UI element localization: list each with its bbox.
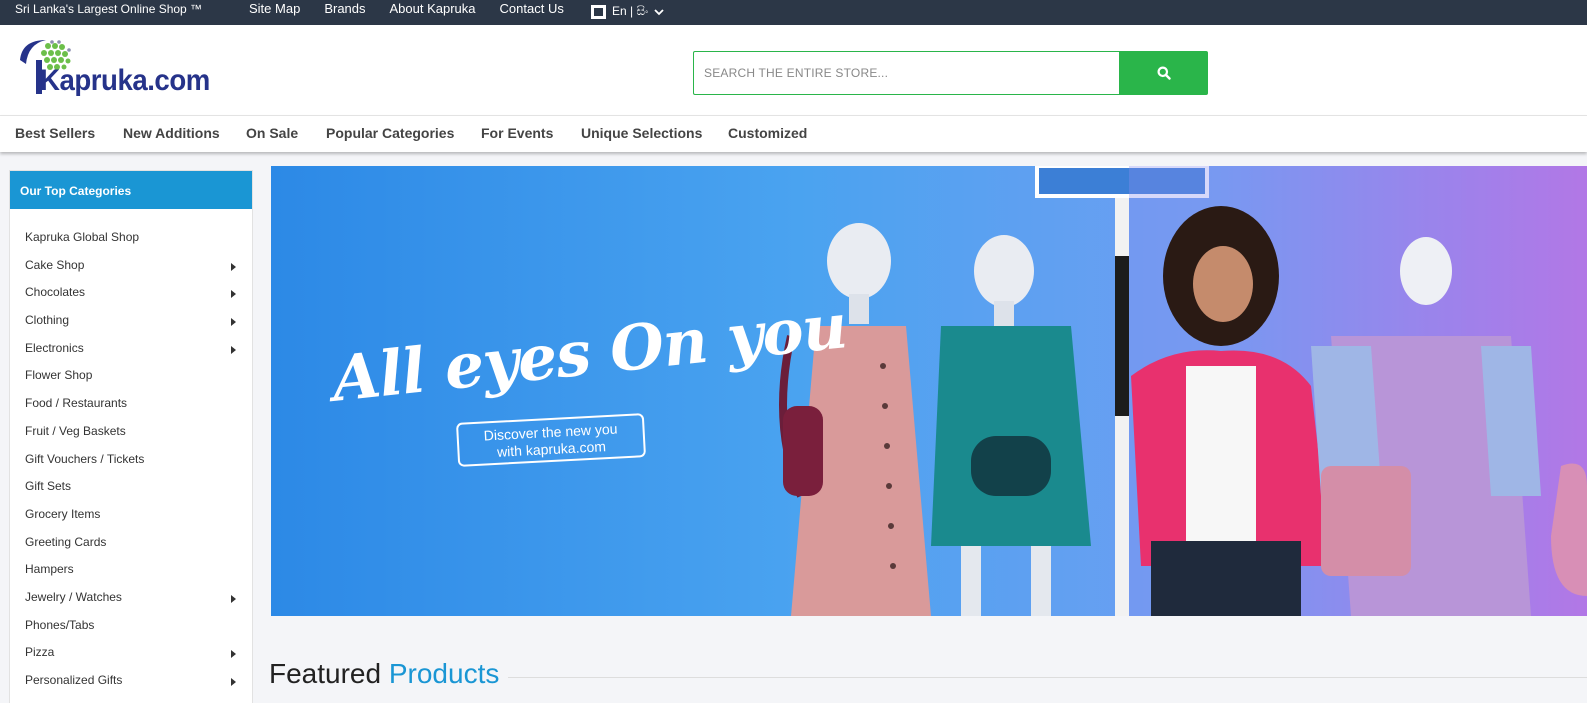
logo-text: Kapruka.com: [40, 64, 210, 97]
caret-right-icon: [231, 650, 236, 659]
sidebar-item-label: Clothing: [25, 313, 70, 328]
sidebar-item-pizza[interactable]: Pizza: [10, 639, 252, 667]
top-links: Site Map Brands About Kapruka Contact Us: [249, 1, 588, 16]
caret-right-icon: [231, 318, 236, 327]
brands-link[interactable]: Brands: [324, 1, 365, 16]
sidebar-item-hampers[interactable]: Hampers: [10, 556, 252, 584]
main-nav: Best Sellers New Additions On Sale Popul…: [0, 116, 1587, 152]
language-label: En | සිං: [612, 4, 649, 18]
sidebar-title: Our Top Categories: [10, 171, 252, 209]
sidebar-item-label: Phones/Tabs: [25, 617, 95, 632]
site-map-link[interactable]: Site Map: [249, 1, 300, 16]
contact-link[interactable]: Contact Us: [500, 1, 564, 16]
sidebar-item-label: Flower Shop: [25, 368, 93, 383]
sidebar-item-personalized-gifts[interactable]: Personalized Gifts: [10, 667, 252, 695]
top-bar: Sri Lanka's Largest Online Shop ™ Site M…: [0, 0, 1587, 25]
sidebar-item-label: Gift Vouchers / Tickets: [25, 451, 145, 466]
nav-unique-selections[interactable]: Unique Selections: [581, 125, 702, 141]
sidebar-item-label: Gift Sets: [25, 479, 72, 494]
sidebar-item-label: Pizza: [25, 645, 55, 660]
sidebar-item-kapruka-global-shop[interactable]: Kapruka Global Shop: [10, 224, 252, 252]
nav-best-sellers[interactable]: Best Sellers: [15, 125, 95, 141]
search-bar: [693, 51, 1208, 95]
tagline: Sri Lanka's Largest Online Shop ™: [15, 2, 203, 16]
nav-popular-categories[interactable]: Popular Categories: [326, 125, 454, 141]
nav-for-events[interactable]: For Events: [481, 125, 553, 141]
caret-right-icon: [231, 262, 236, 271]
sidebar-item-phones-tabs[interactable]: Phones/Tabs: [10, 612, 252, 640]
search-icon: [1157, 66, 1171, 80]
featured-products-heading: Featured Products: [269, 658, 499, 690]
featured-divider: [508, 677, 1587, 678]
sidebar-item-clothing[interactable]: Clothing: [10, 307, 252, 335]
nav-customized[interactable]: Customized: [728, 125, 807, 141]
sidebar-item-label: Jewelry / Watches: [25, 589, 122, 604]
sidebar-item-grocery-items[interactable]: Grocery Items: [10, 501, 252, 529]
sidebar-item-label: Cake Shop: [25, 257, 85, 272]
sidebar-item-label: Grocery Items: [25, 506, 101, 521]
sidebar-item-chocolates[interactable]: Chocolates: [10, 279, 252, 307]
sidebar-item-gift-sets[interactable]: Gift Sets: [10, 473, 252, 501]
language-icon: [591, 4, 606, 19]
sidebar-item-label: Greeting Cards: [25, 534, 107, 549]
nav-new-additions[interactable]: New Additions: [123, 125, 220, 141]
chevron-down-icon: [654, 8, 664, 15]
sidebar-item-label: Chocolates: [25, 285, 86, 300]
sidebar-item-label: Food / Restaurants: [25, 396, 128, 411]
sidebar-item-gift-vouchers-tickets[interactable]: Gift Vouchers / Tickets: [10, 446, 252, 474]
search-input[interactable]: [693, 51, 1119, 95]
products-word: Products: [388, 658, 500, 689]
sidebar-item-label: Electronics: [25, 340, 84, 355]
sidebar-item-flower-shop[interactable]: Flower Shop: [10, 362, 252, 390]
sidebar-item-label: Kapruka Global Shop: [25, 230, 140, 244]
caret-right-icon: [231, 290, 236, 299]
hero-banner[interactable]: All eyes On you Discover the new you wit…: [271, 166, 1587, 616]
sidebar-item-label: Hampers: [25, 562, 74, 577]
sidebar-item-fruit-veg-baskets[interactable]: Fruit / Veg Baskets: [10, 418, 252, 446]
sidebar-item-cake-shop[interactable]: Cake Shop: [10, 252, 252, 280]
caret-right-icon: [231, 594, 236, 603]
caret-right-icon: [231, 345, 236, 354]
header: Kapruka.com: [0, 25, 1587, 116]
category-sidebar: Our Top Categories Kapruka Global Shop Ca…: [9, 170, 253, 703]
logo[interactable]: Kapruka.com: [14, 38, 224, 100]
sidebar-item-electronics[interactable]: Electronics: [10, 335, 252, 363]
nav-on-sale[interactable]: On Sale: [246, 125, 298, 141]
search-button[interactable]: [1119, 51, 1208, 95]
about-link[interactable]: About Kapruka: [390, 1, 476, 16]
language-selector[interactable]: En | සිං: [591, 4, 664, 19]
caret-right-icon: [231, 678, 236, 686]
sidebar-item-food-restaurants[interactable]: Food / Restaurants: [10, 390, 252, 418]
category-list: Kapruka Global Shop Cake Shop Chocolates Cl…: [10, 224, 252, 695]
featured-word: Featured: [269, 658, 382, 689]
sidebar-item-jewelry-watches[interactable]: Jewelry / Watches: [10, 584, 252, 612]
sidebar-item-greeting-cards[interactable]: Greeting Cards: [10, 529, 252, 557]
sidebar-item-label: Personalized Gifts: [25, 673, 123, 687]
sidebar-item-label: Fruit / Veg Baskets: [25, 423, 126, 438]
